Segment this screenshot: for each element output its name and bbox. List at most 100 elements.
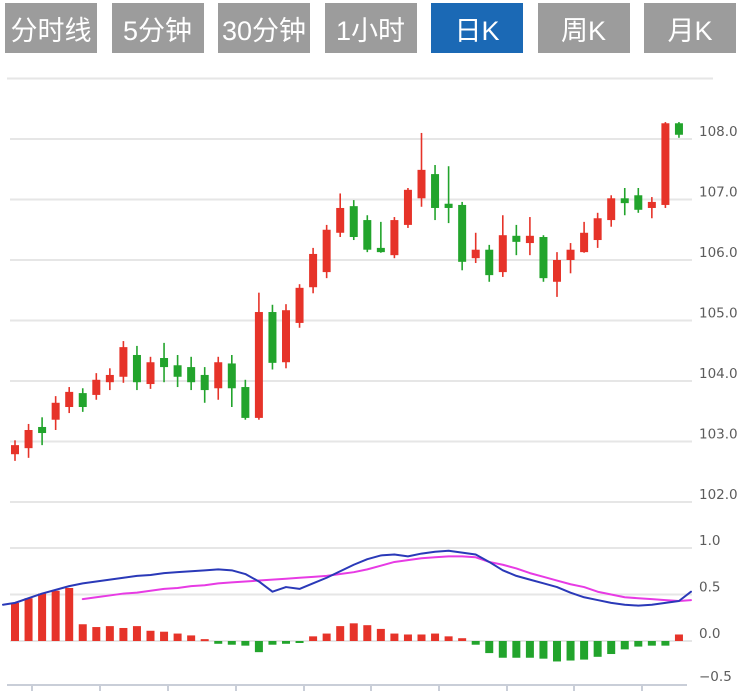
candle bbox=[621, 188, 629, 215]
macd-bar-negative bbox=[485, 641, 493, 653]
macd-bar-positive bbox=[79, 624, 87, 641]
macd-bar-negative bbox=[567, 641, 575, 661]
candle bbox=[377, 222, 385, 253]
macd-bar-positive bbox=[187, 635, 195, 641]
candle bbox=[675, 122, 683, 138]
macd-bar-negative bbox=[241, 641, 249, 646]
candle bbox=[418, 133, 426, 207]
macd-bar-negative bbox=[526, 641, 534, 658]
macd-bar-negative bbox=[512, 641, 520, 658]
macd-bar-negative bbox=[282, 641, 290, 644]
macd-bar-positive bbox=[363, 625, 371, 641]
macd-bar-positive bbox=[11, 603, 19, 641]
candle bbox=[160, 343, 168, 382]
macd-bar-positive bbox=[404, 634, 412, 641]
macd-bar-negative bbox=[268, 641, 276, 645]
candle bbox=[174, 355, 182, 387]
macd-bar-positive bbox=[377, 629, 385, 641]
macd-bar-positive bbox=[147, 631, 155, 641]
candlestick-series bbox=[11, 122, 683, 461]
macd-bar-negative bbox=[228, 641, 236, 645]
macd-bar-positive bbox=[119, 628, 127, 641]
candle bbox=[553, 252, 561, 297]
candle bbox=[187, 357, 195, 390]
candle bbox=[79, 388, 87, 412]
candle bbox=[512, 225, 520, 255]
candle bbox=[472, 233, 480, 263]
candle bbox=[65, 387, 73, 413]
macd-histogram bbox=[11, 588, 683, 661]
tab-daily-k[interactable]: 日K bbox=[431, 3, 523, 53]
tab-1hour[interactable]: 1小时 bbox=[325, 3, 417, 53]
candle bbox=[282, 304, 290, 368]
price-gridlines bbox=[7, 79, 713, 503]
macd-bar-negative bbox=[661, 641, 669, 646]
candle bbox=[634, 188, 642, 213]
macd-bar-positive bbox=[458, 638, 466, 641]
candle bbox=[580, 222, 588, 253]
candle bbox=[309, 248, 317, 293]
macd-axis-label: 0.5 bbox=[699, 580, 720, 596]
macd-bar-negative bbox=[634, 641, 642, 647]
candle bbox=[25, 424, 33, 458]
macd-bar-positive bbox=[336, 626, 344, 641]
candle bbox=[214, 357, 222, 400]
macd-bar-positive bbox=[52, 591, 60, 641]
price-axis-label: 103.0 bbox=[699, 427, 738, 443]
macd-bar-negative bbox=[580, 641, 588, 660]
tab-30min[interactable]: 30分钟 bbox=[218, 3, 310, 53]
macd-bar-positive bbox=[133, 626, 141, 641]
macd-bar-positive bbox=[106, 626, 114, 641]
candle bbox=[92, 373, 100, 400]
price-axis-label: 107.0 bbox=[699, 185, 738, 201]
x-axis bbox=[7, 685, 687, 691]
macd-bar-negative bbox=[296, 641, 304, 643]
candle bbox=[594, 213, 602, 248]
price-axis-labels: 108.0107.0106.0105.0104.0103.0102.0 bbox=[699, 124, 738, 503]
candle bbox=[350, 200, 358, 240]
price-axis-label: 106.0 bbox=[699, 245, 738, 261]
tab-5min[interactable]: 5分钟 bbox=[112, 3, 204, 53]
macd-bar-positive bbox=[92, 627, 100, 641]
tab-time-line[interactable]: 分时线 bbox=[5, 3, 97, 53]
macd-bar-positive bbox=[309, 636, 317, 641]
candle bbox=[11, 440, 19, 461]
candle bbox=[323, 225, 331, 278]
candle bbox=[539, 235, 547, 282]
macd-bar-negative bbox=[214, 641, 222, 644]
candle bbox=[133, 346, 141, 390]
macd-axis-label: 0.0 bbox=[699, 626, 720, 642]
macd-bar-negative bbox=[539, 641, 547, 659]
macd-bar-negative bbox=[621, 641, 629, 649]
candle bbox=[390, 217, 398, 258]
tab-weekly-k[interactable]: 周K bbox=[538, 3, 630, 53]
macd-axis-label: −0.5 bbox=[699, 669, 732, 685]
candle bbox=[485, 245, 493, 282]
macd-bar-negative bbox=[255, 641, 263, 652]
interval-tabbar: 分时线 5分钟 30分钟 1小时 日K 周K 月K bbox=[5, 3, 736, 53]
tab-monthly-k[interactable]: 月K bbox=[644, 3, 736, 53]
candle bbox=[106, 368, 114, 390]
macd-bar-negative bbox=[594, 641, 602, 657]
macd-bar-positive bbox=[350, 623, 358, 641]
candle bbox=[458, 202, 466, 270]
candle bbox=[241, 380, 249, 420]
candle bbox=[201, 367, 209, 403]
candle bbox=[404, 188, 412, 228]
candle bbox=[119, 341, 127, 383]
macd-bar-positive bbox=[65, 588, 73, 641]
macd-bar-positive bbox=[675, 634, 683, 641]
macd-bar-negative bbox=[648, 641, 656, 646]
macd-axis-label: 1.0 bbox=[699, 533, 720, 549]
macd-bar-negative bbox=[472, 641, 480, 645]
candle bbox=[52, 396, 60, 430]
macd-bar-positive bbox=[418, 634, 426, 641]
dif-line bbox=[3, 551, 691, 606]
candle bbox=[661, 122, 669, 208]
candle bbox=[296, 284, 304, 328]
macd-bar-positive bbox=[25, 598, 33, 641]
candle bbox=[228, 355, 236, 407]
macd-axis-labels: 1.0 0.5 0.0 −0.5 bbox=[699, 533, 732, 685]
macd-bar-negative bbox=[553, 641, 561, 661]
macd-bar-positive bbox=[38, 594, 46, 641]
